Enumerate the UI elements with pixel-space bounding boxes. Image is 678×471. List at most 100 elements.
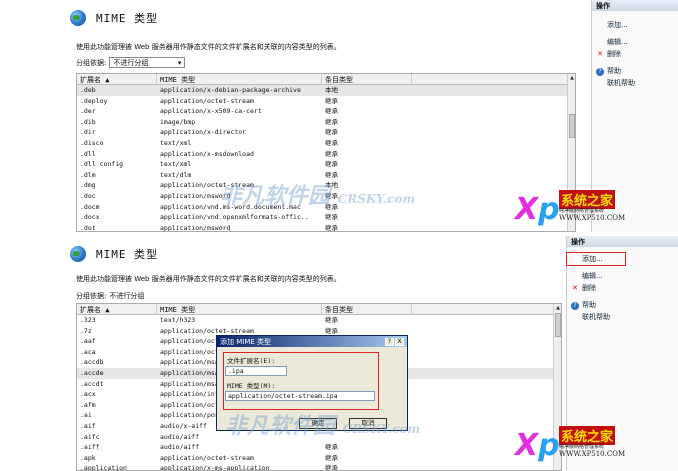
cell-entry-type: 继承 bbox=[325, 443, 338, 452]
cell-extension: .accdb bbox=[80, 358, 104, 367]
mime-input[interactable]: application/octet-stream.ipa bbox=[225, 391, 375, 401]
group-by: 分组依据: 不进行分组 ▾ bbox=[76, 57, 186, 68]
cell-entry-type: 继承 bbox=[325, 138, 338, 147]
action-online-help[interactable]: 联机帮助 bbox=[567, 311, 678, 323]
cell-extension: .aifc bbox=[80, 432, 100, 441]
cell-extension: .disco bbox=[80, 138, 104, 147]
group-select[interactable]: 不进行分组 ▾ bbox=[109, 57, 186, 68]
column-extension[interactable]: 扩展名 ▲ bbox=[77, 74, 157, 84]
table-row[interactable]: .dll application/x-msdownload 继承 bbox=[77, 149, 575, 160]
column-mime[interactable]: MIME 类型 bbox=[157, 74, 322, 84]
cell-entry-type: 继承 bbox=[325, 213, 338, 222]
scroll-thumb[interactable] bbox=[555, 313, 561, 337]
table-row[interactable]: .deb application/x-debian-package-archive… bbox=[77, 85, 575, 96]
table-row[interactable]: .dot application/msword 继承 bbox=[77, 223, 575, 232]
cell-extension: .dot bbox=[80, 223, 96, 232]
scroll-up-icon[interactable]: ▲ bbox=[569, 75, 575, 81]
action-online-help[interactable]: 联机帮助 bbox=[592, 77, 678, 89]
action-help[interactable]: ? 帮助 bbox=[592, 65, 678, 77]
logo-url: WWW.XP510.COM bbox=[559, 214, 626, 222]
cell-extension: .accde bbox=[80, 368, 104, 377]
table-row[interactable]: .disco text/xml 继承 bbox=[77, 138, 575, 149]
cell-mime: application/x-x509-ca-cert bbox=[160, 107, 262, 116]
cell-extension: .dll config bbox=[80, 160, 124, 169]
table-row[interactable]: .der application/x-x509-ca-cert 继承 bbox=[77, 106, 575, 117]
xp-logo-icon: Xp bbox=[515, 428, 560, 463]
table-header: 扩展名 ▲ MIME 类型 条目类型 bbox=[77, 74, 575, 85]
page-header: MIME 类型 bbox=[70, 10, 158, 26]
action-help[interactable]: ? 帮助 bbox=[567, 299, 678, 311]
action-edit[interactable]: 编辑... bbox=[567, 270, 678, 282]
column-entry-type[interactable]: 条目类型 bbox=[322, 74, 412, 84]
cell-extension: .apk bbox=[80, 453, 96, 462]
table-row[interactable]: .dib image/bmp 继承 bbox=[77, 117, 575, 128]
cell-extension: .acx bbox=[80, 390, 96, 399]
action-edit[interactable]: 编辑... bbox=[592, 36, 678, 48]
table-row[interactable]: .dir application/x-director 继承 bbox=[77, 127, 575, 138]
xp-logo: Xp 系统之家 纯净版网络管理系统 WWW.XP510.COM bbox=[515, 426, 625, 464]
cell-mime: text/xml bbox=[160, 138, 192, 147]
table-row[interactable]: .apk application/octet-stream 继承 bbox=[77, 453, 561, 464]
action-delete[interactable]: ✕ 删除 bbox=[592, 48, 678, 60]
cell-entry-type: 继承 bbox=[325, 107, 338, 116]
cell-extension: .323 bbox=[80, 316, 96, 324]
actions-header: 操作 bbox=[567, 236, 678, 247]
column-entry-type[interactable]: 条目类型 bbox=[322, 304, 412, 314]
cell-extension: .dlm bbox=[80, 170, 96, 179]
table-header: 扩展名 ▲ MIME 类型 条目类型 bbox=[77, 304, 561, 315]
cell-mime: text/h323 bbox=[160, 316, 196, 324]
page-title: MIME 类型 bbox=[96, 12, 159, 25]
group-value[interactable]: 不进行分组 bbox=[109, 291, 144, 301]
table-row[interactable]: .docx application/vnd.openxmlformats-offi… bbox=[77, 212, 575, 223]
dialog-help-button[interactable]: ? bbox=[385, 337, 394, 346]
scroll-up-icon[interactable]: ▲ bbox=[555, 305, 561, 311]
scroll-thumb[interactable] bbox=[569, 114, 575, 138]
cell-mime: audio/aiff bbox=[160, 443, 200, 452]
cell-entry-type: 本地 bbox=[325, 86, 338, 94]
cell-mime: image/bmp bbox=[160, 117, 196, 126]
dialog-close-button[interactable]: X bbox=[395, 337, 404, 346]
cell-extension: .aca bbox=[80, 347, 96, 356]
table-row[interactable]: .aiff audio/aiff 继承 bbox=[77, 442, 561, 453]
page-description: 使用此功能管理被 Web 服务器用作静态文件的文件扩展名和关联的内容类型的列表。 bbox=[76, 43, 341, 51]
table-row[interactable]: .323 text/h323 继承 bbox=[77, 315, 561, 326]
cell-extension: .dib bbox=[80, 117, 96, 126]
cell-entry-type: 继承 bbox=[325, 128, 338, 137]
cell-extension: .docm bbox=[80, 202, 100, 211]
cell-extension: .ai bbox=[80, 411, 92, 420]
xp-logo-icon: Xp bbox=[515, 192, 560, 227]
cell-entry-type: 继承 bbox=[325, 464, 338, 471]
action-add[interactable]: 添加... bbox=[592, 19, 678, 31]
dialog-titlebar: 添加 MIME 类型 ? X bbox=[217, 336, 407, 347]
table-row[interactable]: .application application/x-ms-application… bbox=[77, 463, 561, 471]
globe-icon bbox=[70, 10, 86, 26]
cell-extension: .afm bbox=[80, 400, 96, 409]
cell-extension: .dmg bbox=[80, 181, 96, 190]
cell-entry-type: 继承 bbox=[325, 223, 338, 232]
column-mime[interactable]: MIME 类型 bbox=[157, 304, 322, 314]
ext-input[interactable]: .ipa bbox=[225, 366, 287, 376]
cell-extension: .deb bbox=[80, 86, 96, 94]
cell-extension: .application bbox=[80, 464, 127, 471]
cell-mime: application/x-debian-package-archive bbox=[160, 86, 301, 94]
table-row[interactable]: .dll config text/xml 继承 bbox=[77, 159, 575, 170]
cell-extension: .aaf bbox=[80, 337, 96, 346]
column-extension[interactable]: 扩展名 ▲ bbox=[77, 304, 157, 314]
page-header: MIME 类型 bbox=[70, 246, 158, 262]
page-description: 使用此功能管理被 Web 服务器用作静态文件的文件扩展名和关联的内容类型的列表。 bbox=[76, 275, 341, 283]
group-label: 分组依据: bbox=[76, 292, 107, 300]
cell-entry-type: 继承 bbox=[325, 453, 338, 462]
action-delete[interactable]: ✕ 删除 bbox=[567, 282, 678, 294]
globe-icon bbox=[70, 246, 86, 262]
table-row[interactable]: .deploy application/octet-stream 继承 bbox=[77, 96, 575, 107]
cell-mime: application/octet-stream bbox=[160, 453, 254, 462]
mime-label: MIME 类型(M): bbox=[227, 382, 276, 390]
cell-entry-type: 继承 bbox=[325, 117, 338, 126]
help-icon: ? bbox=[571, 301, 579, 310]
action-add[interactable]: 添加... bbox=[566, 252, 626, 266]
cell-mime: application/x-msdownload bbox=[160, 149, 254, 158]
xp-logo: Xp 系统之家 纯净版网络管理系统 WWW.XP510.COM bbox=[515, 190, 625, 228]
cell-mime: application/vnd.openxmlformats-offic.. bbox=[160, 213, 309, 222]
dialog-title: 添加 MIME 类型 bbox=[220, 337, 272, 346]
group-by: 分组依据: 不进行分组 bbox=[76, 291, 144, 301]
